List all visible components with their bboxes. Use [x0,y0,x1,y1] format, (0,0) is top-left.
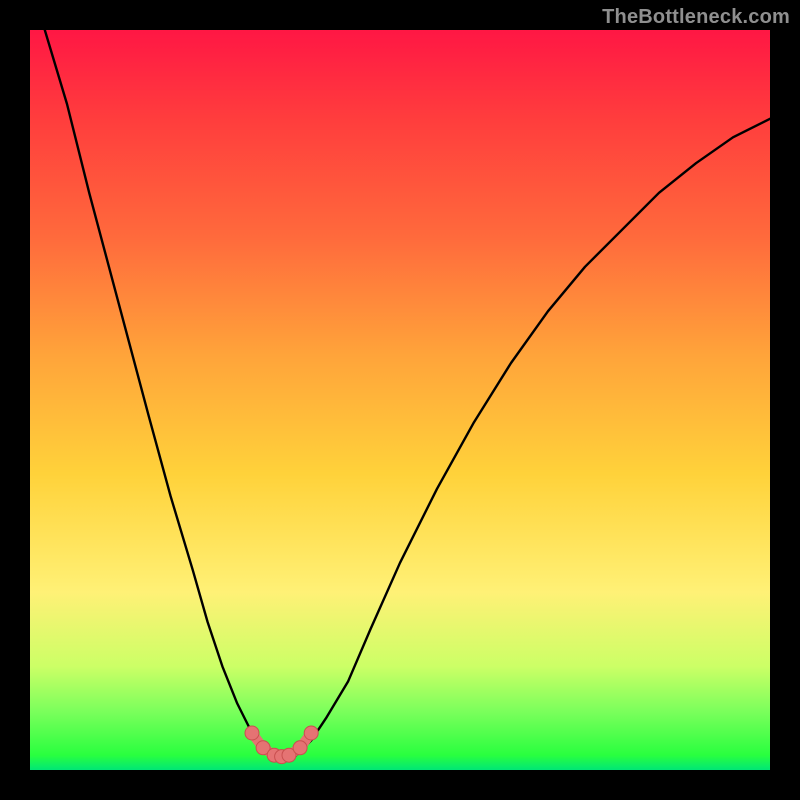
marker-dot [282,748,296,762]
marker-arc [252,733,311,757]
marker-dot [267,748,281,762]
marker-dot [256,741,270,755]
marker-dot [293,741,307,755]
watermark-text: TheBottleneck.com [602,6,790,29]
curve-layer [30,30,770,770]
plot-area [30,30,770,770]
chart-container: TheBottleneck.com [0,0,800,800]
marker-group [245,726,318,764]
marker-dot [275,750,289,764]
marker-dot [245,726,259,740]
marker-dot [304,726,318,740]
bottleneck-curve [45,30,770,759]
